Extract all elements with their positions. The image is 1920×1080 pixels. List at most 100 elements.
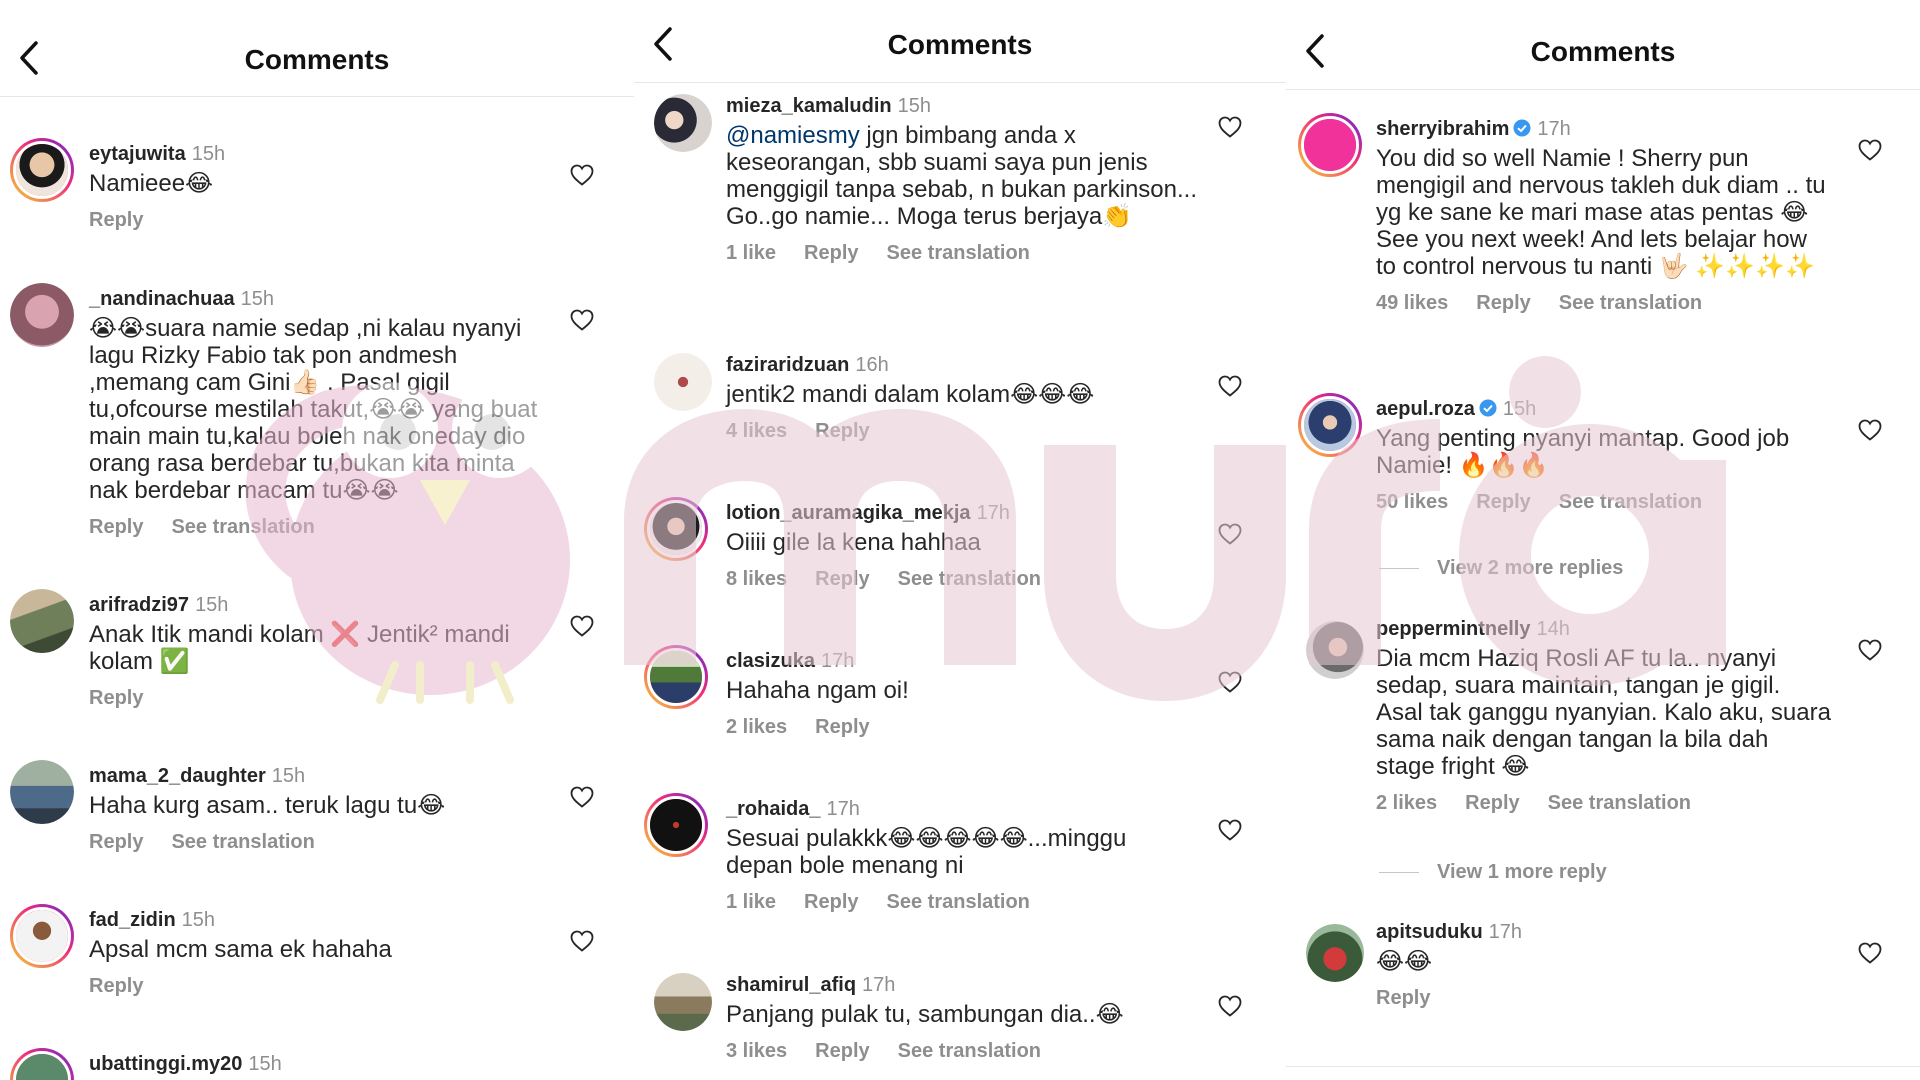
comment-username[interactable]: ubattinggi.my20 [89, 1053, 242, 1075]
avatar[interactable] [644, 645, 708, 709]
avatar[interactable] [644, 793, 708, 857]
comment-username[interactable]: arifradzi97 [89, 594, 189, 616]
comment-username[interactable]: peppermintnelly [1376, 618, 1530, 640]
likes-count[interactable]: 3 likes [726, 1040, 787, 1063]
comment-username[interactable]: sherryibrahim [1376, 118, 1509, 140]
like-heart-icon[interactable] [1858, 139, 1882, 161]
reply-button[interactable]: Reply [815, 1040, 869, 1063]
likes-count[interactable]: 1 like [726, 242, 776, 265]
comment-time: 15h [195, 594, 229, 616]
avatar[interactable] [1298, 393, 1362, 457]
reply-button[interactable]: Reply [89, 831, 143, 854]
like-heart-icon[interactable] [1858, 639, 1882, 661]
like-heart-icon[interactable] [1218, 523, 1242, 545]
comment-username[interactable]: mama_2_daughter [89, 765, 266, 787]
comment-username[interactable]: shamirul_afiq [726, 974, 856, 996]
reply-button[interactable]: Reply [89, 687, 143, 710]
like-heart-icon[interactable] [1218, 116, 1242, 138]
likes-count[interactable]: 1 like [726, 891, 776, 914]
likes-count[interactable]: 50 likes [1376, 491, 1448, 514]
see-translation-button[interactable]: See translation [1548, 792, 1691, 815]
likes-count[interactable]: 49 likes [1376, 292, 1448, 315]
comment-username[interactable]: mieza_kamaludin [726, 95, 892, 117]
like-heart-icon[interactable] [570, 309, 594, 331]
reply-button[interactable]: Reply [815, 716, 869, 739]
avatar[interactable] [1306, 621, 1364, 679]
avatar[interactable] [10, 589, 74, 653]
mention-link[interactable]: @namiesmy [726, 122, 860, 149]
comment-time: 15h [191, 143, 226, 165]
like-heart-icon[interactable] [1858, 419, 1882, 441]
likes-count[interactable]: 2 likes [726, 716, 787, 739]
likes-count[interactable]: 4 likes [726, 420, 787, 443]
likes-count[interactable]: 2 likes [1376, 792, 1437, 815]
comment-username[interactable]: clasizuka [726, 650, 815, 672]
reply-button[interactable]: Reply [1376, 987, 1430, 1010]
like-heart-icon[interactable] [1218, 995, 1242, 1017]
like-heart-icon[interactable] [570, 930, 594, 952]
comment-time: 17h [820, 650, 855, 672]
avatar[interactable] [10, 138, 74, 202]
comment-username[interactable]: _rohaida_ [726, 798, 820, 820]
bottom-divider [1286, 1066, 1920, 1067]
comment-username[interactable]: eytajuwita [89, 143, 186, 165]
see-translation-button[interactable]: See translation [887, 891, 1030, 914]
reply-button[interactable]: Reply [815, 568, 869, 591]
like-heart-icon[interactable] [1218, 375, 1242, 397]
divider-line [1379, 872, 1419, 873]
reply-button[interactable]: Reply [1476, 491, 1530, 514]
avatar[interactable] [654, 973, 712, 1031]
comment-time: 15h [1502, 398, 1537, 420]
comment-username[interactable]: aepul.roza [1376, 398, 1475, 420]
page-title: Comments [1530, 36, 1676, 67]
avatar[interactable] [644, 497, 708, 561]
comment-username[interactable]: _nandinachuaa [89, 288, 235, 310]
see-translation-button[interactable]: See translation [171, 516, 314, 539]
comment-text: Dia mcm Haziq Rosli AF tu la.. nyanyi se… [1376, 645, 1831, 780]
like-heart-icon[interactable] [1218, 819, 1242, 841]
comment-text: @namiesmy jgn bimbang anda x keseorangan… [726, 122, 1197, 230]
avatar[interactable] [654, 353, 712, 411]
like-heart-icon[interactable] [570, 164, 594, 186]
see-translation-button[interactable]: See translation [898, 1040, 1041, 1063]
avatar[interactable] [10, 904, 74, 968]
comment-username[interactable]: faziraridzuan [726, 354, 849, 376]
reply-button[interactable]: Reply [89, 516, 143, 539]
reply-button[interactable]: Reply [804, 242, 858, 265]
see-translation-button[interactable]: See translation [1559, 491, 1702, 514]
comments-panel-3: Comments sherryibrahim 17h You did so wel… [1286, 0, 1920, 1080]
reply-button[interactable]: Reply [1476, 292, 1530, 315]
avatar[interactable] [10, 283, 74, 347]
see-translation-button[interactable]: See translation [898, 568, 1041, 591]
avatar[interactable] [1306, 924, 1364, 982]
avatar[interactable] [654, 94, 712, 152]
avatar[interactable] [10, 760, 74, 824]
like-heart-icon[interactable] [570, 786, 594, 808]
view-more-replies-button[interactable]: View 1 more reply [1379, 861, 1607, 884]
comments-header: Comments [1286, 0, 1920, 90]
comment-text: Anak Itik mandi kolam ❌ Jentik² mandi ko… [89, 621, 510, 675]
reply-button[interactable]: Reply [804, 891, 858, 914]
like-heart-icon[interactable] [570, 615, 594, 637]
avatar[interactable] [1298, 113, 1362, 177]
like-heart-icon[interactable] [1858, 942, 1882, 964]
avatar[interactable] [10, 1048, 74, 1080]
comment-time: 16h [855, 354, 889, 376]
comment-username[interactable]: apitsuduku [1376, 921, 1483, 943]
see-translation-button[interactable]: See translation [887, 242, 1030, 265]
reply-button[interactable]: Reply [815, 420, 869, 443]
see-translation-button[interactable]: See translation [171, 831, 314, 854]
comment-username[interactable]: lotion_auramagika_mekja [726, 502, 971, 524]
like-heart-icon[interactable] [1218, 671, 1242, 693]
view-more-replies-label: View 2 more replies [1437, 557, 1624, 579]
comment-username[interactable]: fad_zidin [89, 909, 176, 931]
reply-button[interactable]: Reply [1465, 792, 1519, 815]
see-translation-button[interactable]: See translation [1559, 292, 1702, 315]
reply-button[interactable]: Reply [89, 975, 143, 998]
likes-count[interactable]: 8 likes [726, 568, 787, 591]
view-more-replies-button[interactable]: View 2 more replies [1379, 557, 1623, 580]
reply-button[interactable]: Reply [89, 209, 143, 232]
comment-text: 😂😂 [1376, 948, 1433, 975]
comment-time: 15h [181, 909, 216, 931]
comments-header: Comments [0, 0, 634, 97]
